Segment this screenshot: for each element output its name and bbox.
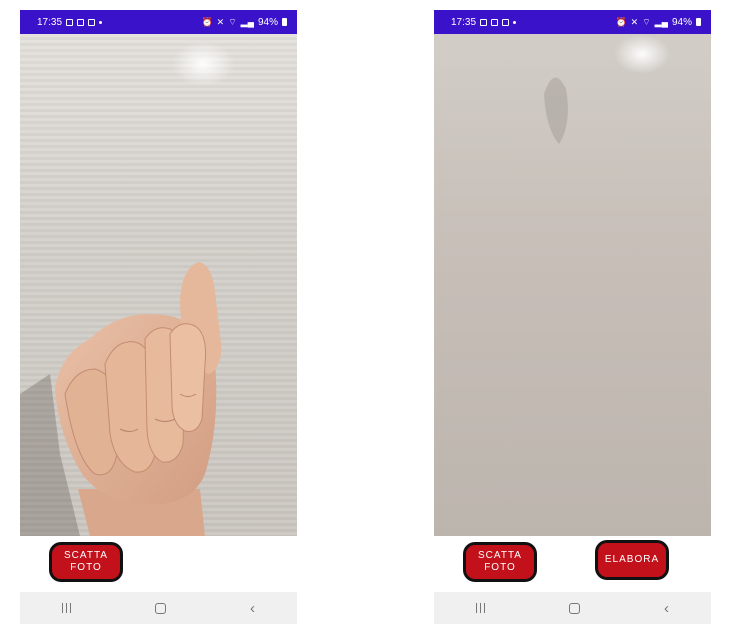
- wall-image: [544, 77, 568, 144]
- alarm-icon: ⏰: [615, 16, 627, 27]
- battery-percent: 94%: [671, 16, 692, 28]
- navigation-bar: ‹: [20, 592, 297, 624]
- back-icon[interactable]: ‹: [664, 601, 669, 616]
- wifi-icon: ⌔: [642, 16, 651, 27]
- recent-apps-icon[interactable]: [62, 603, 71, 613]
- recent-apps-icon[interactable]: [476, 603, 485, 613]
- camera-preview: [20, 34, 297, 536]
- mute-icon: ✕: [216, 16, 225, 27]
- status-time: 17:35: [451, 16, 477, 28]
- gallery-icon: [480, 18, 488, 26]
- mute-icon: ✕: [630, 16, 639, 27]
- calendar-icon: [502, 18, 510, 26]
- status-bar: 17:35 ⏰ ✕ ⌔ ▂▄ 94%: [434, 10, 711, 34]
- car-icon: [491, 18, 499, 26]
- signal-icon: ▂▄: [654, 16, 668, 27]
- dot-icon: [99, 20, 103, 24]
- scatta-foto-button[interactable]: SCATTA FOTO: [463, 542, 537, 582]
- status-right: ⏰ ✕ ⌔ ▂▄ 94%: [201, 17, 287, 28]
- battery-icon: [282, 18, 287, 26]
- signal-icon: ▂▄: [240, 16, 254, 27]
- scatta-foto-label: SCATTA FOTO: [478, 550, 522, 573]
- calendar-icon: [88, 18, 96, 26]
- elabora-button[interactable]: ELABORA: [595, 540, 669, 580]
- dot-icon: [513, 20, 517, 24]
- wifi-icon: ⌔: [228, 16, 237, 27]
- elabora-label: ELABORA: [604, 554, 660, 565]
- back-icon[interactable]: ‹: [250, 601, 255, 616]
- status-bar: 17:35 ⏰ ✕ ⌔ ▂▄ 94%: [20, 10, 297, 34]
- status-right: ⏰ ✕ ⌔ ▂▄ 94%: [615, 17, 701, 28]
- battery-icon: [696, 18, 701, 26]
- car-icon: [77, 18, 85, 26]
- home-icon[interactable]: [569, 602, 580, 614]
- phone-screen-left: 17:35 ⏰ ✕ ⌔ ▂▄ 94% SCATTA FOTO ‹: [20, 10, 297, 625]
- status-left: 17:35: [451, 16, 517, 28]
- navigation-bar: ‹: [434, 592, 711, 624]
- hand-image: [20, 262, 222, 536]
- alarm-icon: ⏰: [201, 16, 213, 27]
- phone-screen-right: 17:35 ⏰ ✕ ⌔ ▂▄ 94% SCATTA FOTO ELABORA ‹: [434, 10, 711, 625]
- scatta-foto-button[interactable]: SCATTA FOTO: [49, 542, 123, 582]
- camera-preview: [434, 34, 711, 536]
- status-time: 17:35: [37, 16, 63, 28]
- gallery-icon: [66, 18, 74, 26]
- battery-percent: 94%: [257, 16, 278, 28]
- status-left: 17:35: [37, 16, 103, 28]
- home-icon[interactable]: [155, 602, 166, 614]
- scatta-foto-label: SCATTA FOTO: [64, 550, 108, 573]
